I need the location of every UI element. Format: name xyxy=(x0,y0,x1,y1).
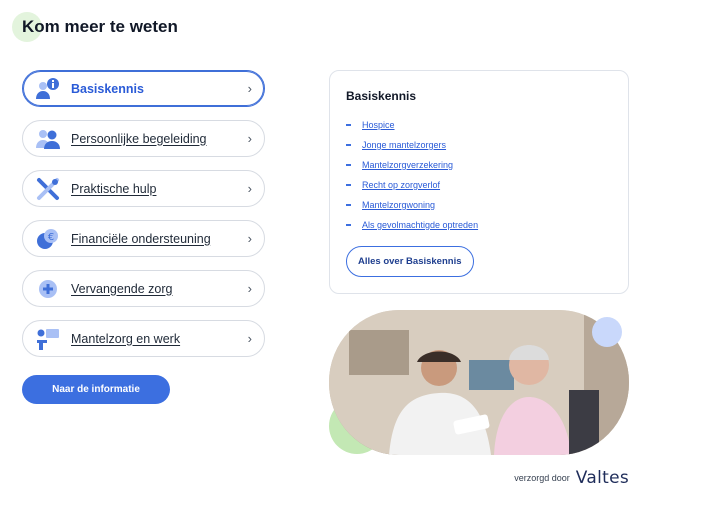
dash-bullet-icon xyxy=(346,204,351,206)
list-item: Jonge mantelzorgers xyxy=(346,135,612,155)
tools-icon xyxy=(35,176,61,202)
menu-item-basiskennis[interactable]: Basiskennis › xyxy=(22,70,265,107)
menu-item-label: Praktische hulp xyxy=(71,181,157,196)
chevron-right-icon: › xyxy=(247,331,252,346)
dash-bullet-icon xyxy=(346,124,351,126)
svg-text:€: € xyxy=(48,232,54,243)
chevron-right-icon: › xyxy=(247,181,252,196)
topic-card: Basiskennis Hospice Jonge mantelzorgers … xyxy=(329,70,629,294)
dash-bullet-icon xyxy=(346,224,351,226)
photo-section xyxy=(329,310,629,455)
chevron-right-icon: › xyxy=(247,81,252,96)
menu-item-persoonlijke-begeleiding[interactable]: Persoonlijke begeleiding › xyxy=(22,120,265,157)
menu-item-label: Mantelzorg en werk xyxy=(71,331,181,346)
chevron-right-icon: › xyxy=(247,231,252,246)
link-recht-op-zorgverlof[interactable]: Recht op zorgverlof xyxy=(362,180,440,190)
link-mantelzorgverzekering[interactable]: Mantelzorgverzekering xyxy=(362,160,453,170)
menu-item-label: Financiële ondersteuning xyxy=(71,231,211,246)
alles-over-basiskennis-button[interactable]: Alles over Basiskennis xyxy=(346,246,474,277)
dash-bullet-icon xyxy=(346,164,351,166)
list-item: Hospice xyxy=(346,115,612,135)
link-hospice[interactable]: Hospice xyxy=(362,120,395,130)
card-title: Basiskennis xyxy=(346,89,417,103)
link-als-gevolmachtigde-optreden[interactable]: Als gevolmachtigde optreden xyxy=(362,220,478,230)
list-item: Als gevolmachtigde optreden xyxy=(346,215,612,235)
list-item: Recht op zorgverlof xyxy=(346,175,612,195)
page-title: Kom meer te weten xyxy=(22,17,178,36)
menu-item-praktische-hulp[interactable]: Praktische hulp › xyxy=(22,170,265,207)
list-item: Mantelzorgverzekering xyxy=(346,155,612,175)
menu-item-vervangende-zorg[interactable]: Vervangende zorg › xyxy=(22,270,265,307)
list-item: Mantelzorgwoning xyxy=(346,195,612,215)
link-list: Hospice Jonge mantelzorgers Mantelzorgve… xyxy=(346,115,612,235)
menu-item-label: Vervangende zorg xyxy=(71,281,173,296)
valtes-logo: Valtes xyxy=(575,468,629,488)
naar-de-informatie-button[interactable]: Naar de informatie xyxy=(22,375,170,404)
caregiver-photo xyxy=(329,310,629,455)
topic-menu: Basiskennis › Persoonlijke begeleiding ›… xyxy=(22,70,265,370)
info-person-icon xyxy=(35,76,61,102)
plus-circle-icon xyxy=(35,276,61,302)
dash-bullet-icon xyxy=(346,184,351,186)
person-at-desk-icon xyxy=(35,326,61,352)
decorative-circle xyxy=(592,317,622,347)
people-icon xyxy=(35,126,61,152)
menu-item-label: Persoonlijke begeleiding xyxy=(71,131,207,146)
chevron-right-icon: › xyxy=(247,131,252,146)
credit: verzorgd door Valtes xyxy=(514,468,629,488)
dash-bullet-icon xyxy=(346,144,351,146)
menu-item-label: Basiskennis xyxy=(71,81,144,96)
credit-text: verzorgd door xyxy=(514,473,570,483)
link-jonge-mantelzorgers[interactable]: Jonge mantelzorgers xyxy=(362,140,446,150)
menu-item-financiele-ondersteuning[interactable]: € Financiële ondersteuning › xyxy=(22,220,265,257)
euro-coins-icon: € xyxy=(35,226,61,252)
chevron-right-icon: › xyxy=(247,281,252,296)
menu-item-mantelzorg-en-werk[interactable]: Mantelzorg en werk › xyxy=(22,320,265,357)
link-mantelzorgwoning[interactable]: Mantelzorgwoning xyxy=(362,200,435,210)
